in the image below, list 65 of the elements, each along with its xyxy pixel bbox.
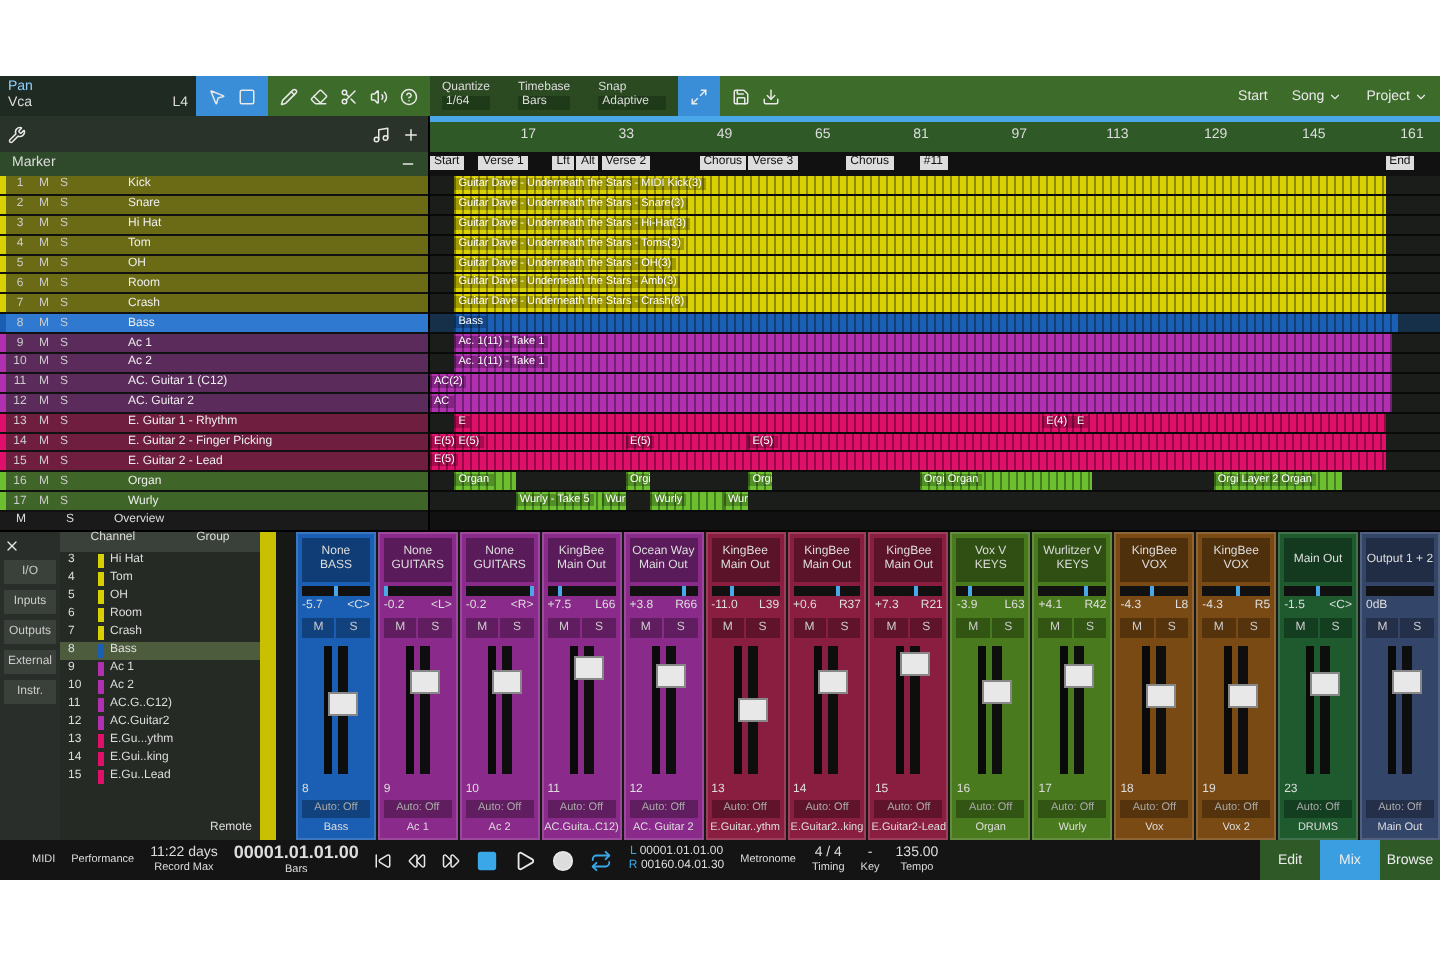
fader-handle[interactable] (409, 669, 440, 694)
fader-handle[interactable] (327, 691, 358, 716)
chevron-down-icon (1328, 89, 1343, 103)
fader-handle[interactable] (1391, 669, 1422, 694)
level-meter (569, 645, 578, 774)
pan-handle[interactable] (383, 586, 388, 596)
level-meter (896, 645, 905, 774)
pan-handle[interactable] (1149, 586, 1154, 596)
level-meter (323, 645, 332, 774)
pan-handle[interactable] (836, 586, 841, 596)
fader-handle[interactable] (1064, 664, 1095, 689)
pan-track (1365, 586, 1434, 596)
fader-handle[interactable] (573, 656, 604, 681)
fader-handle[interactable] (737, 697, 768, 722)
pan-handle[interactable] (529, 586, 534, 596)
wrench-icon[interactable] (8, 125, 26, 143)
pan-handle[interactable] (682, 586, 687, 596)
fader-handle[interactable] (1310, 671, 1341, 696)
level-meter (814, 645, 823, 774)
music-icon[interactable] (372, 125, 390, 143)
chevron-down-icon (1414, 89, 1428, 103)
download-icon[interactable] (761, 87, 779, 105)
level-meter (651, 645, 660, 774)
stop-icon[interactable] (476, 849, 499, 871)
help-icon[interactable] (400, 87, 418, 105)
level-meter (1224, 645, 1233, 774)
level-meter (1387, 645, 1396, 774)
pan-handle[interactable] (333, 586, 338, 596)
record-icon[interactable] (552, 849, 575, 871)
fader-handle[interactable] (491, 669, 522, 694)
fast-forward-icon[interactable] (442, 851, 461, 869)
rewind-icon[interactable] (408, 851, 427, 869)
fader-handle[interactable] (818, 669, 849, 694)
range-tool-icon[interactable] (238, 87, 256, 105)
fader-handle[interactable] (1228, 684, 1259, 709)
level-meter (978, 645, 987, 774)
save-icon[interactable] (731, 87, 749, 105)
fader-handle[interactable] (982, 679, 1013, 704)
return-to-start-icon[interactable] (374, 851, 393, 869)
loop-icon[interactable] (590, 849, 613, 871)
eraser-icon[interactable] (310, 87, 328, 105)
level-meter (405, 645, 414, 774)
pan-handle[interactable] (913, 586, 918, 596)
expand-icon[interactable] (689, 87, 707, 105)
level-meter (1306, 645, 1315, 774)
scissors-icon[interactable] (340, 87, 358, 105)
position-display: 00001.01.01.00 (233, 844, 359, 864)
pan-handle[interactable] (968, 586, 973, 596)
pan-handle[interactable] (1316, 586, 1321, 596)
pan-handle[interactable] (730, 586, 735, 596)
level-meter (1142, 645, 1151, 774)
play-icon[interactable] (514, 849, 537, 871)
level-meter (487, 645, 496, 774)
fader-handle[interactable] (655, 664, 686, 689)
level-meter (1060, 645, 1069, 774)
fader-handle[interactable] (900, 652, 931, 677)
fader-handle[interactable] (1146, 684, 1177, 709)
pencil-icon[interactable] (280, 87, 298, 105)
pointer-icon[interactable] (208, 87, 226, 105)
pan-handle[interactable] (1236, 586, 1241, 596)
pan-handle[interactable] (1083, 586, 1088, 596)
level-meter (733, 645, 742, 774)
pan-handle[interactable] (558, 586, 563, 596)
add-icon[interactable] (402, 125, 420, 143)
speaker-icon[interactable] (370, 87, 388, 105)
